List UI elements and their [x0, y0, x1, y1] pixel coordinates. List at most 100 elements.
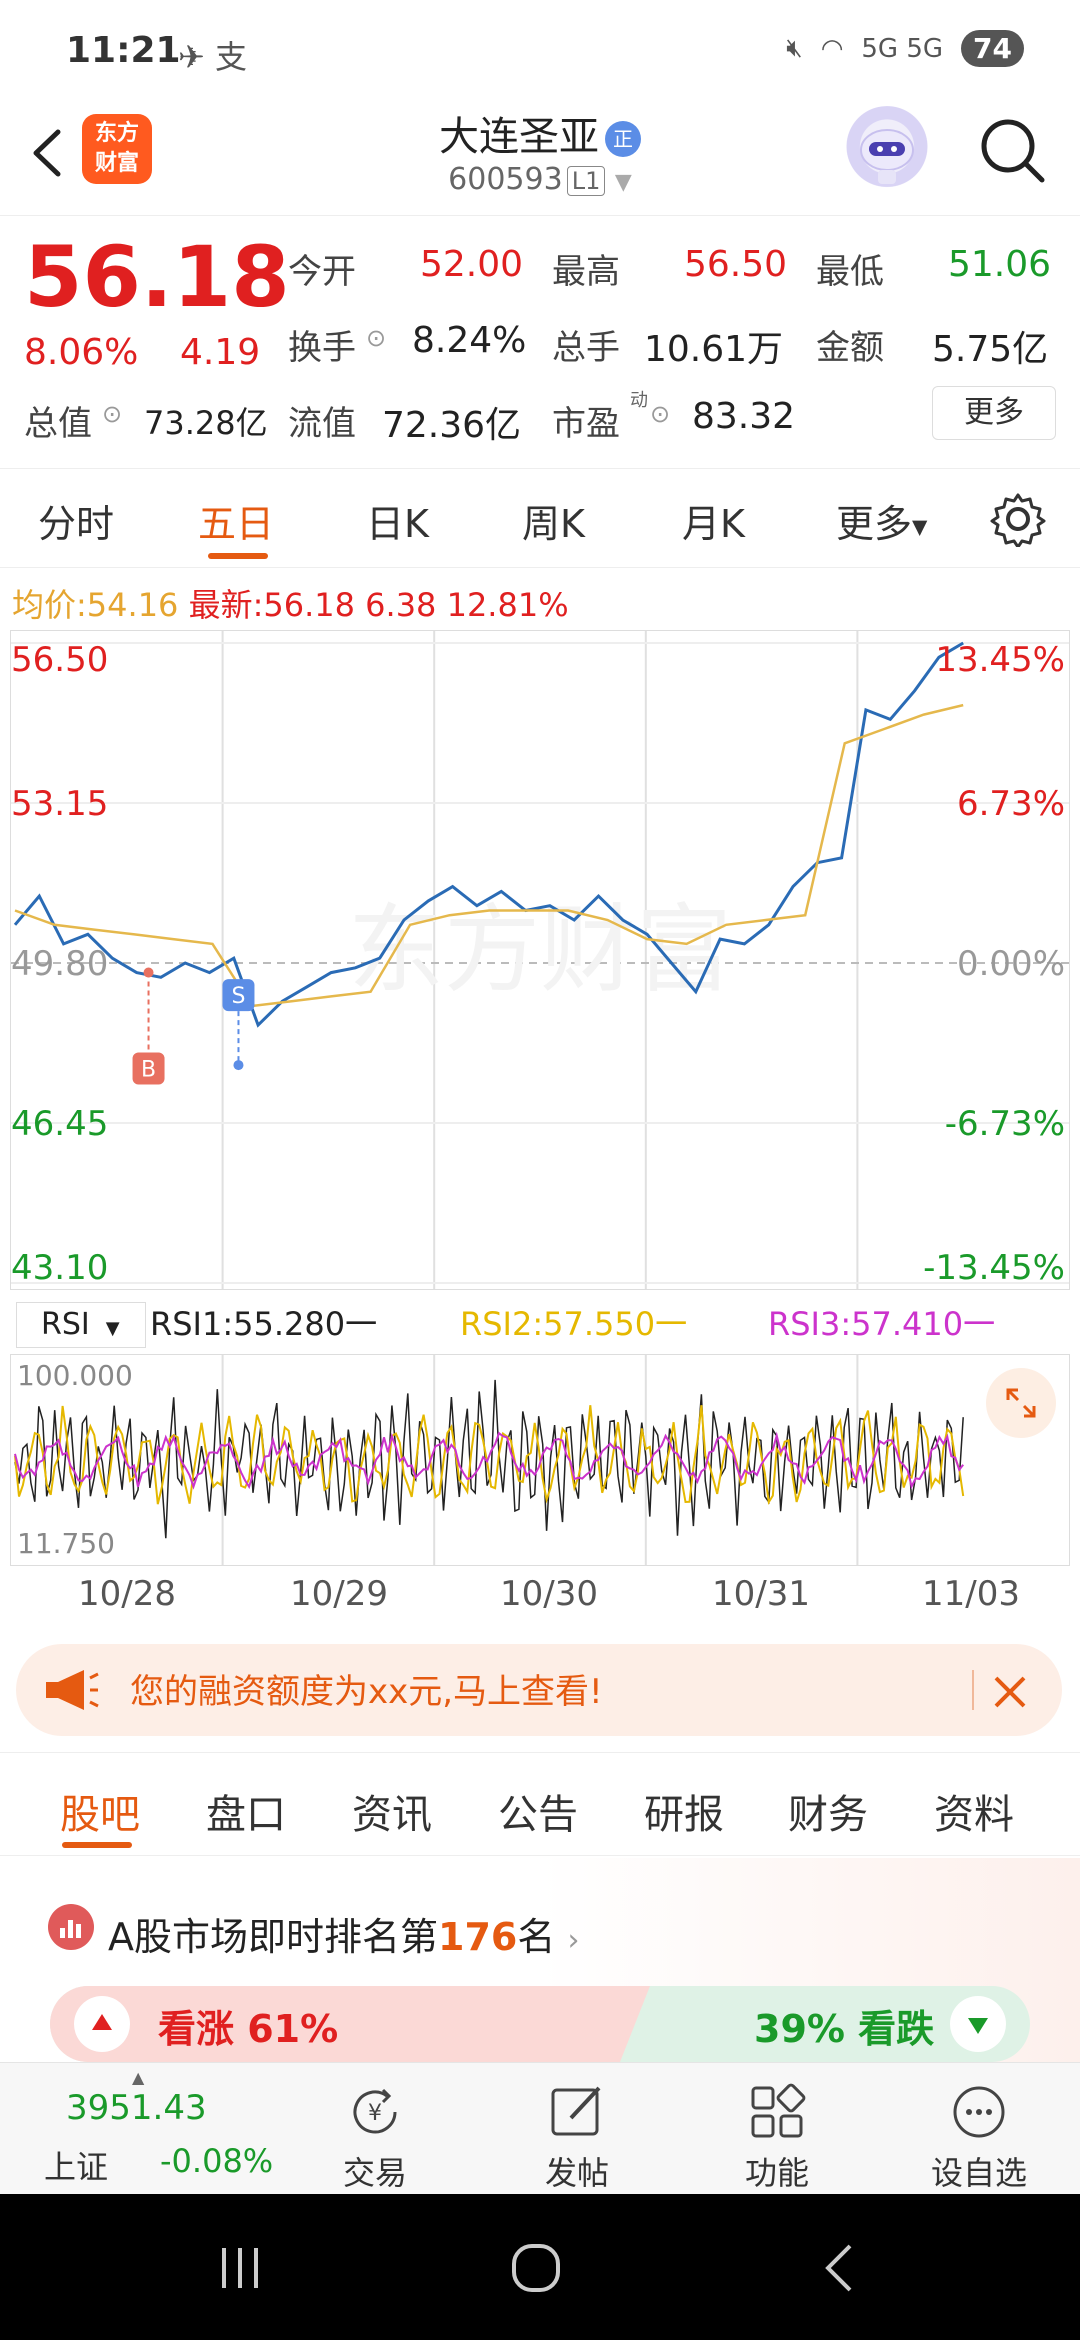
change-percent: 8.06% — [24, 332, 139, 373]
back-icon — [825, 2244, 852, 2292]
y-left-tick: 53.15 — [11, 784, 108, 824]
more-quote-button[interactable]: 更多 — [932, 386, 1056, 440]
rsi-bottom-label: 11.750 — [17, 1527, 115, 1560]
wifi-icon: ◠ — [820, 33, 844, 64]
y-left-tick: 56.50 — [11, 640, 108, 680]
robot-icon — [860, 129, 914, 184]
tab-more[interactable]: 更多▼ — [836, 493, 927, 548]
tab-weekly-k[interactable]: 周K — [522, 493, 585, 548]
rsi3-label: RSI3:57.410一 — [768, 1305, 996, 1343]
home-button[interactable] — [506, 2238, 566, 2298]
post-label: 发帖 — [544, 2154, 609, 2192]
tab-forum[interactable]: 股吧 — [60, 1782, 140, 1840]
tab-research[interactable]: 研报 — [644, 1782, 724, 1840]
edit-icon — [551, 2086, 601, 2136]
date-label: 10/28 — [78, 1574, 176, 1614]
yen-icon: ¥ — [353, 2088, 397, 2134]
amount-value: 5.75亿 — [932, 329, 1049, 370]
float-label: 流值 — [288, 404, 356, 444]
nav-back-button[interactable] — [810, 2240, 870, 2296]
mcap-value: 73.28亿 — [144, 404, 268, 442]
chevron-right-icon: › — [567, 1923, 580, 1958]
triangle-up-icon — [92, 2014, 112, 2030]
tab-more-label: 更多 — [836, 502, 913, 546]
index-value[interactable]: 3951.43 — [66, 2088, 207, 2128]
add-watchlist-button[interactable]: 设自选 — [914, 2066, 1044, 2194]
active-subtab-indicator — [62, 1842, 132, 1848]
signal-icon: 5G 5G — [861, 33, 944, 64]
post-button[interactable]: 发帖 — [512, 2066, 642, 2194]
active-tab-indicator — [208, 553, 268, 559]
current-price: 56.18 — [24, 228, 290, 326]
vote-down-label: 39% 看跌 — [754, 2007, 935, 2051]
tab-intraday[interactable]: 分时 — [38, 493, 114, 548]
rsi1-line — [14, 1379, 964, 1539]
tab-daily-k[interactable]: 日K — [366, 493, 429, 548]
expand-icon — [1006, 1388, 1036, 1418]
y-left-tick: 49.80 — [11, 944, 108, 984]
y-right-tick: -13.45% — [923, 1248, 1065, 1288]
status-time: 11:21 — [66, 30, 181, 71]
tab-profile[interactable]: 资料 — [934, 1782, 1014, 1840]
vote-up-button[interactable] — [74, 1996, 130, 2052]
tab-five-day[interactable]: 五日 — [198, 493, 274, 548]
tab-announcements[interactable]: 公告 — [498, 1782, 578, 1840]
date-label: 10/29 — [290, 1574, 388, 1614]
indicator-selector-label: RSI — [41, 1307, 90, 1342]
sentiment-vote: 看涨 61% 39% 看跌 — [50, 1986, 1030, 2062]
functions-label: 功能 — [744, 2154, 809, 2192]
pe-value: 83.32 — [692, 396, 796, 437]
change-amount: 4.19 — [180, 332, 261, 373]
latest-label: 最新: — [188, 586, 264, 624]
date-label: 10/30 — [500, 1574, 598, 1614]
high-value: 56.50 — [684, 244, 788, 285]
close-banner-button[interactable] — [988, 1670, 1032, 1714]
market-rank[interactable]: A股市场即时排名第176名 › — [108, 1906, 579, 1961]
add-watchlist-label: 设自选 — [930, 2154, 1027, 2192]
caret-down-icon: ▼ — [614, 170, 632, 195]
settings-button[interactable] — [990, 491, 1046, 549]
tab-financials[interactable]: 财务 — [788, 1782, 868, 1840]
recent-apps-icon — [222, 2248, 258, 2288]
info-icon[interactable]: ⊙ — [650, 400, 670, 428]
date-label: 10/31 — [712, 1574, 810, 1614]
y-right-tick: -6.73% — [945, 1104, 1065, 1144]
vote-down-button[interactable] — [950, 1996, 1006, 2052]
trade-button[interactable]: ¥ 交易 — [310, 2066, 440, 2194]
assistant-avatar[interactable] — [842, 106, 932, 196]
info-icon[interactable]: ⊙ — [366, 324, 386, 352]
indicator-selector[interactable]: RSI ▼ — [16, 1302, 146, 1348]
rsi2-label: RSI2:57.550一 — [460, 1305, 688, 1343]
stock-name: 大连圣亚 — [439, 114, 599, 160]
buy-marker-dot — [143, 967, 154, 978]
rsi-chart[interactable]: 100.000 11.750 — [10, 1354, 1070, 1566]
rank-prefix: A股市场即时排名第 — [108, 1915, 438, 1959]
status-right: 🔇︎ ◠ 5G 5G 74 — [786, 30, 1024, 67]
chart-info-line: 均价:54.16 最新:56.18 6.38 12.81% — [12, 580, 569, 626]
notification-icons: ✈ 支 — [178, 38, 247, 76]
sell-marker-dot — [233, 1060, 244, 1071]
price-chart[interactable]: 东方财富 B S 56.50 53.15 49.80 46.45 43.10 13.45% 6.7… — [10, 630, 1070, 1290]
caret-up-icon: ▲ — [132, 2068, 145, 2087]
tab-orderbook[interactable]: 盘口 — [206, 1782, 286, 1840]
vote-up-label: 看涨 61% — [158, 2007, 339, 2051]
system-nav-bar — [0, 2194, 1080, 2340]
tab-news[interactable]: 资讯 — [352, 1782, 432, 1840]
close-icon — [994, 1676, 1026, 1708]
functions-button[interactable]: 功能 — [712, 2066, 842, 2194]
y-right-tick: 6.73% — [957, 784, 1065, 824]
low-label: 最低 — [816, 252, 884, 292]
search-button[interactable] — [972, 110, 1052, 190]
tab-monthly-k[interactable]: 月K — [682, 493, 745, 548]
amount-label: 金额 — [816, 328, 884, 368]
recent-apps-button[interactable] — [210, 2240, 270, 2296]
info-icon[interactable]: ⊙ — [102, 400, 122, 428]
sell-marker-label: S — [231, 984, 245, 1009]
index-name[interactable]: 上证 — [44, 2142, 108, 2188]
expand-chart-button[interactable] — [986, 1368, 1056, 1438]
index-change[interactable]: -0.08% — [160, 2142, 273, 2180]
price-chart-svg: 东方财富BS56.5053.1549.8046.4543.1013.45%6.7… — [11, 631, 1069, 1289]
stock-badge: 正 — [605, 121, 641, 157]
mute-icon: 🔇︎ — [786, 33, 803, 63]
vote-up-bar — [50, 1986, 650, 2062]
